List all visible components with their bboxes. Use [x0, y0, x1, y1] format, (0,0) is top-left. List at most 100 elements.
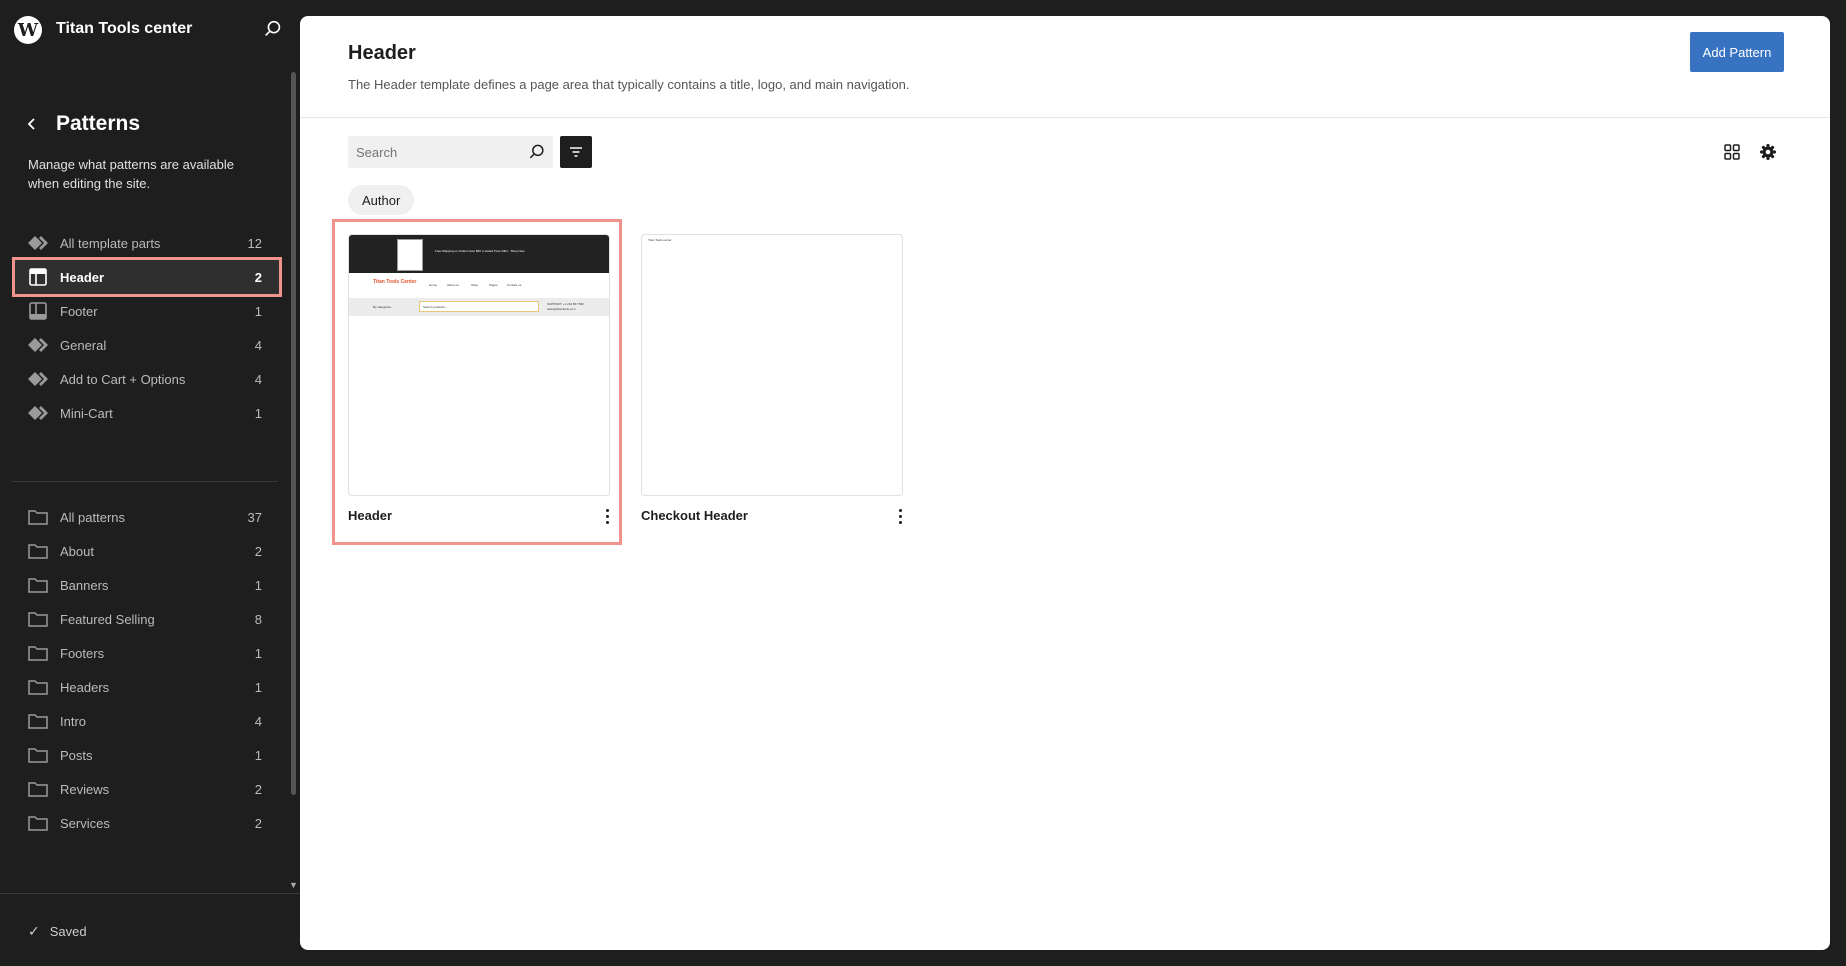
add-pattern-button[interactable]: Add Pattern — [1690, 32, 1784, 72]
sidebar-item-count: 4 — [254, 337, 262, 353]
grid-view-icon[interactable] — [1720, 140, 1744, 164]
header-layout-icon — [28, 267, 48, 287]
search-icon[interactable] — [262, 18, 284, 40]
sidebar-item-count: 8 — [254, 611, 262, 627]
diamond-icon — [28, 403, 48, 423]
more-options-icon[interactable] — [599, 506, 615, 526]
sidebar-item-label: All patterns — [60, 509, 126, 525]
preview-nav-contact: Contact us — [507, 283, 522, 287]
sidebar-item-count: 2 — [254, 815, 262, 831]
folder-icon — [28, 609, 48, 629]
pattern-categories-list: All patterns 37 About 2 Banners 1 Featured Sel… — [12, 497, 282, 837]
divider — [12, 481, 278, 482]
preview-nav-pages: Pages — [489, 283, 498, 287]
wordpress-logo-icon[interactable]: W — [14, 16, 42, 44]
diamond-icon — [28, 335, 48, 355]
preview-promo-text: Free Shipping on Orders Over $50 | Limit… — [435, 249, 525, 253]
scroll-down-arrow-icon[interactable]: ▼ — [289, 880, 298, 890]
preview-logo-box — [397, 239, 423, 271]
gear-icon[interactable] — [1756, 140, 1780, 164]
diamond-icon — [28, 369, 48, 389]
folder-icon — [28, 711, 48, 731]
sidebar-item-services[interactable]: Services 2 — [12, 803, 282, 843]
author-filter-chip[interactable]: Author — [348, 185, 415, 215]
save-status: ✓ Saved — [28, 923, 87, 940]
sidebar-item-label: Add to Cart + Options — [60, 371, 186, 387]
pattern-preview[interactable]: Titan Tools center — [641, 234, 903, 496]
sidebar-item-count: 2 — [254, 269, 262, 285]
diamond-icon — [28, 233, 48, 253]
sidebar-item-count: 12 — [247, 235, 262, 251]
site-title[interactable]: Titan Tools center — [56, 20, 192, 38]
sidebar-item-label: Mini-Cart — [60, 405, 113, 421]
sidebar-item-count: 4 — [254, 713, 262, 729]
preview-nav-about: About us — [447, 283, 459, 287]
preview-top-bar — [349, 235, 609, 273]
page-description: The Header template defines a page area … — [348, 77, 910, 92]
pattern-card-checkout-header[interactable]: Titan Tools center Checkout Header — [641, 234, 903, 534]
sidebar-item-count: 2 — [254, 781, 262, 797]
footer-layout-icon — [28, 301, 48, 321]
sidebar-item-label: Footers — [60, 645, 105, 661]
search-input[interactable] — [348, 136, 518, 168]
folder-icon — [28, 541, 48, 561]
folder-icon — [28, 813, 48, 833]
folder-icon — [28, 643, 48, 663]
sidebar-item-label: Banners — [60, 577, 109, 593]
pattern-card-header[interactable]: Free Shipping on Orders Over $50 | Limit… — [332, 219, 622, 545]
sidebar-item-count: 1 — [254, 747, 262, 763]
sidebar-scrollbar[interactable] — [291, 72, 296, 795]
main-panel: Header The Header template defines a pag… — [300, 16, 1830, 950]
site-hub: W Titan Tools center — [0, 0, 300, 60]
divider — [0, 893, 300, 894]
sidebar-item-count: 1 — [254, 303, 262, 319]
sidebar-item-mini-cart[interactable]: Mini-Cart 1 — [12, 393, 282, 433]
preview-support: SUPPORT: +1 234 567 890 — [547, 302, 584, 306]
pattern-title[interactable]: Checkout Header — [641, 508, 748, 523]
folder-icon — [28, 575, 48, 595]
preview-brand: Titan Tools Center — [373, 279, 417, 285]
search-icon[interactable] — [527, 142, 547, 162]
folder-icon — [28, 507, 48, 527]
sidebar-item-count: 1 — [254, 405, 262, 421]
preview-categories: By categories — [373, 305, 392, 309]
sidebar-item-count: 1 — [254, 645, 262, 661]
sidebar-item-label: Featured Selling — [60, 611, 155, 627]
page-title: Header — [348, 42, 416, 64]
save-status-label: Saved — [49, 924, 87, 939]
sidebar-description: Manage what patterns are available when … — [28, 157, 234, 191]
preview-email: sales@titantools.com — [547, 307, 576, 311]
sidebar-header: Patterns — [20, 112, 140, 136]
sidebar-title: Patterns — [56, 112, 141, 135]
check-icon: ✓ — [28, 923, 40, 939]
sidebar-item-label: Header — [60, 269, 105, 285]
preview-site-label: Titan Tools center — [648, 238, 672, 242]
more-options-icon[interactable] — [892, 506, 908, 526]
sidebar-item-label: All template parts — [60, 235, 161, 251]
preview-nav-shop: Shop — [471, 283, 479, 287]
sidebar-item-label: Headers — [60, 679, 110, 695]
filter-icon — [570, 147, 582, 157]
sidebar-item-count: 37 — [247, 509, 262, 525]
preview-search-placeholder: Search products… — [423, 305, 448, 309]
sidebar-item-count: 1 — [254, 577, 262, 593]
sidebar-item-label: Services — [60, 815, 110, 831]
sidebar-item-count: 4 — [254, 371, 262, 387]
folder-icon — [28, 745, 48, 765]
chevron-left-icon — [27, 118, 35, 130]
preview-nav-home: Home — [429, 283, 438, 287]
folder-icon — [28, 779, 48, 799]
filter-button[interactable] — [560, 136, 592, 168]
folder-icon — [28, 677, 48, 697]
template-parts-list: All template parts 12 Header 2 Footer 1 Genera… — [12, 223, 282, 427]
sidebar-item-label: About — [60, 543, 94, 559]
sidebar-item-label: Intro — [60, 713, 87, 729]
search-box — [348, 136, 553, 168]
sidebar: W Titan Tools center ▼ Patterns Manage w… — [0, 0, 300, 966]
sidebar-item-count: 2 — [254, 543, 262, 559]
sidebar-item-label: Posts — [60, 747, 93, 763]
pattern-title[interactable]: Header — [348, 508, 392, 523]
divider — [300, 117, 1830, 118]
pattern-preview[interactable]: Free Shipping on Orders Over $50 | Limit… — [348, 234, 610, 496]
back-button[interactable] — [20, 112, 44, 136]
